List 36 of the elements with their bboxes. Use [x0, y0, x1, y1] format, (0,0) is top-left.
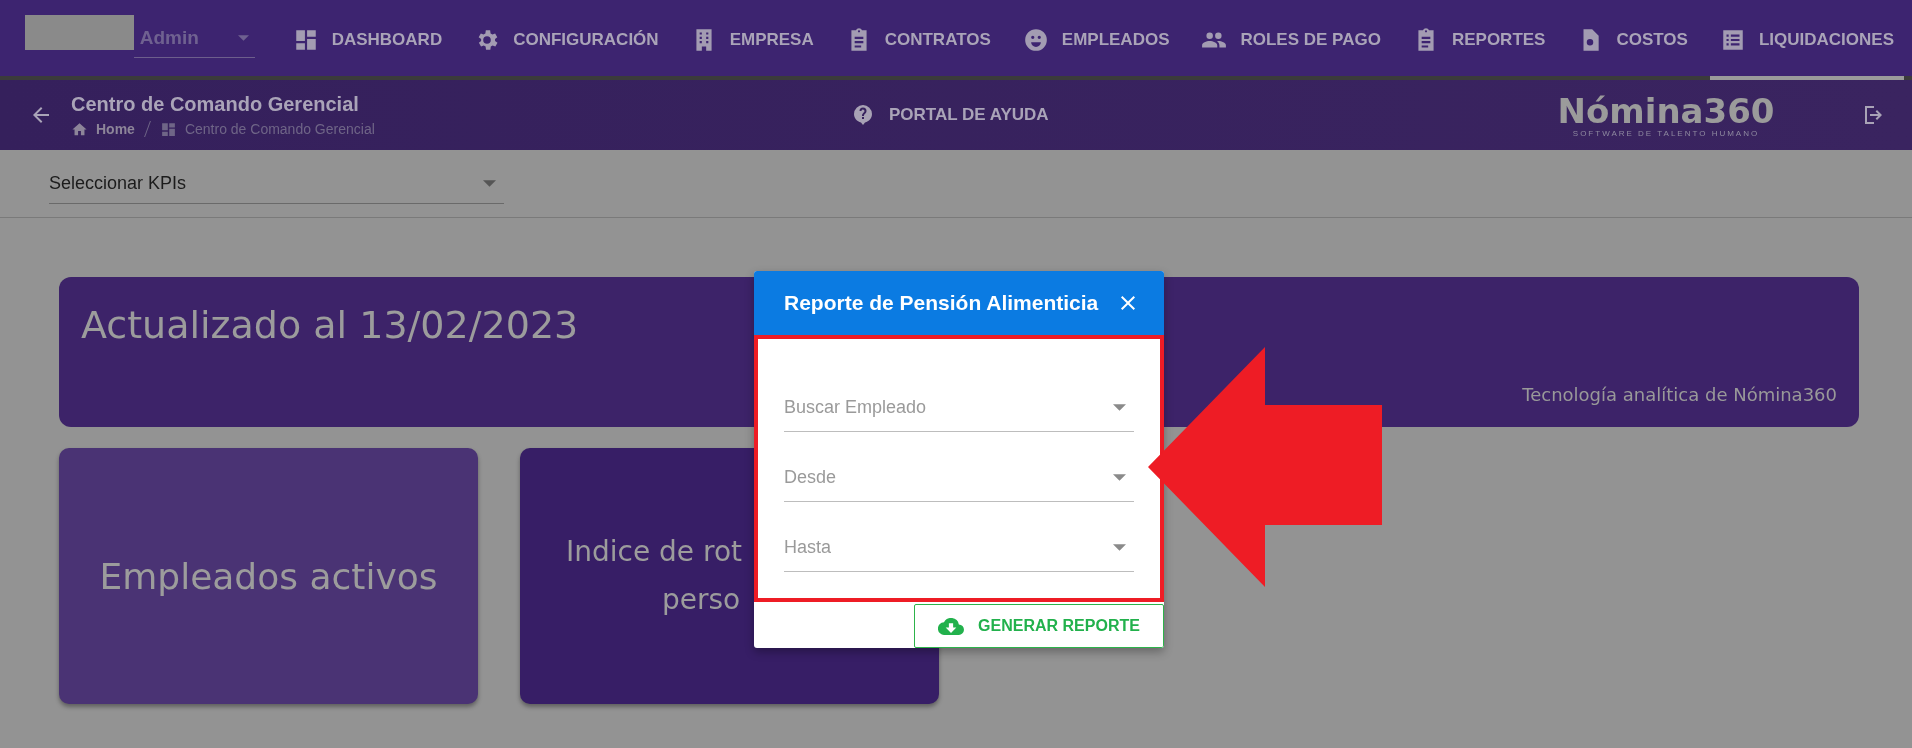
select-field[interactable]: Desde	[784, 445, 1134, 502]
nav-tab[interactable]: CONFIGURACIÓN	[464, 0, 669, 80]
page-title: Centro de Comando Gerencial	[71, 92, 360, 116]
nav-tab[interactable]: DASHBOARD	[282, 0, 453, 80]
banner-title: Actualizado al 13/02/2023	[81, 303, 579, 347]
brand-tagline: SOFTWARE DE TALENTO HUMANO	[1572, 128, 1760, 138]
select-field[interactable]: Hasta	[784, 515, 1134, 572]
dashboard-icon	[159, 120, 177, 138]
breadcrumb-link[interactable]: Home	[96, 121, 135, 137]
brand-logo: Nómina360	[1557, 92, 1775, 129]
card-title: Indice de rot	[566, 534, 742, 570]
nav-tab[interactable]: COSTOS	[1567, 0, 1698, 80]
kpi-card[interactable]: Empleados activos	[59, 448, 478, 704]
caret-icon	[1113, 473, 1126, 481]
caret-icon	[1113, 403, 1126, 411]
nav-tab[interactable]: CONTRATOS	[835, 0, 1001, 80]
caret-icon	[1113, 543, 1126, 551]
help-portal-link[interactable]: PORTAL DE AYUDA	[851, 103, 1551, 127]
home-icon	[71, 120, 88, 138]
generate-report-button[interactable]: GENERAR REPORTE	[914, 604, 1164, 648]
smiley-icon	[1022, 27, 1049, 53]
nav-tab[interactable]: EMPLEADOS	[1012, 0, 1180, 80]
card-title: Empleados activos	[99, 555, 438, 597]
kpi-select[interactable]: Seleccionar KPIs	[49, 163, 504, 204]
banner-caption: Tecnología analítica de Nómina360	[1522, 384, 1837, 405]
dialog-title: Reporte de Pensión Alimenticia	[784, 291, 1099, 315]
nav-tab[interactable]: REPORTES	[1402, 0, 1556, 80]
caret-icon	[237, 34, 249, 41]
cloud-download-icon	[938, 617, 965, 635]
nav-tab[interactable]: ROLES DE PAGO	[1191, 0, 1391, 80]
card-title: perso	[662, 582, 741, 618]
nav-tab[interactable]: EMPRESA	[680, 0, 824, 80]
caret-icon	[483, 179, 496, 187]
breadcrumb-current: Centro de Comando Gerencial	[184, 121, 375, 137]
select-field[interactable]: Buscar Empleado	[784, 375, 1134, 432]
help-icon	[851, 103, 875, 127]
